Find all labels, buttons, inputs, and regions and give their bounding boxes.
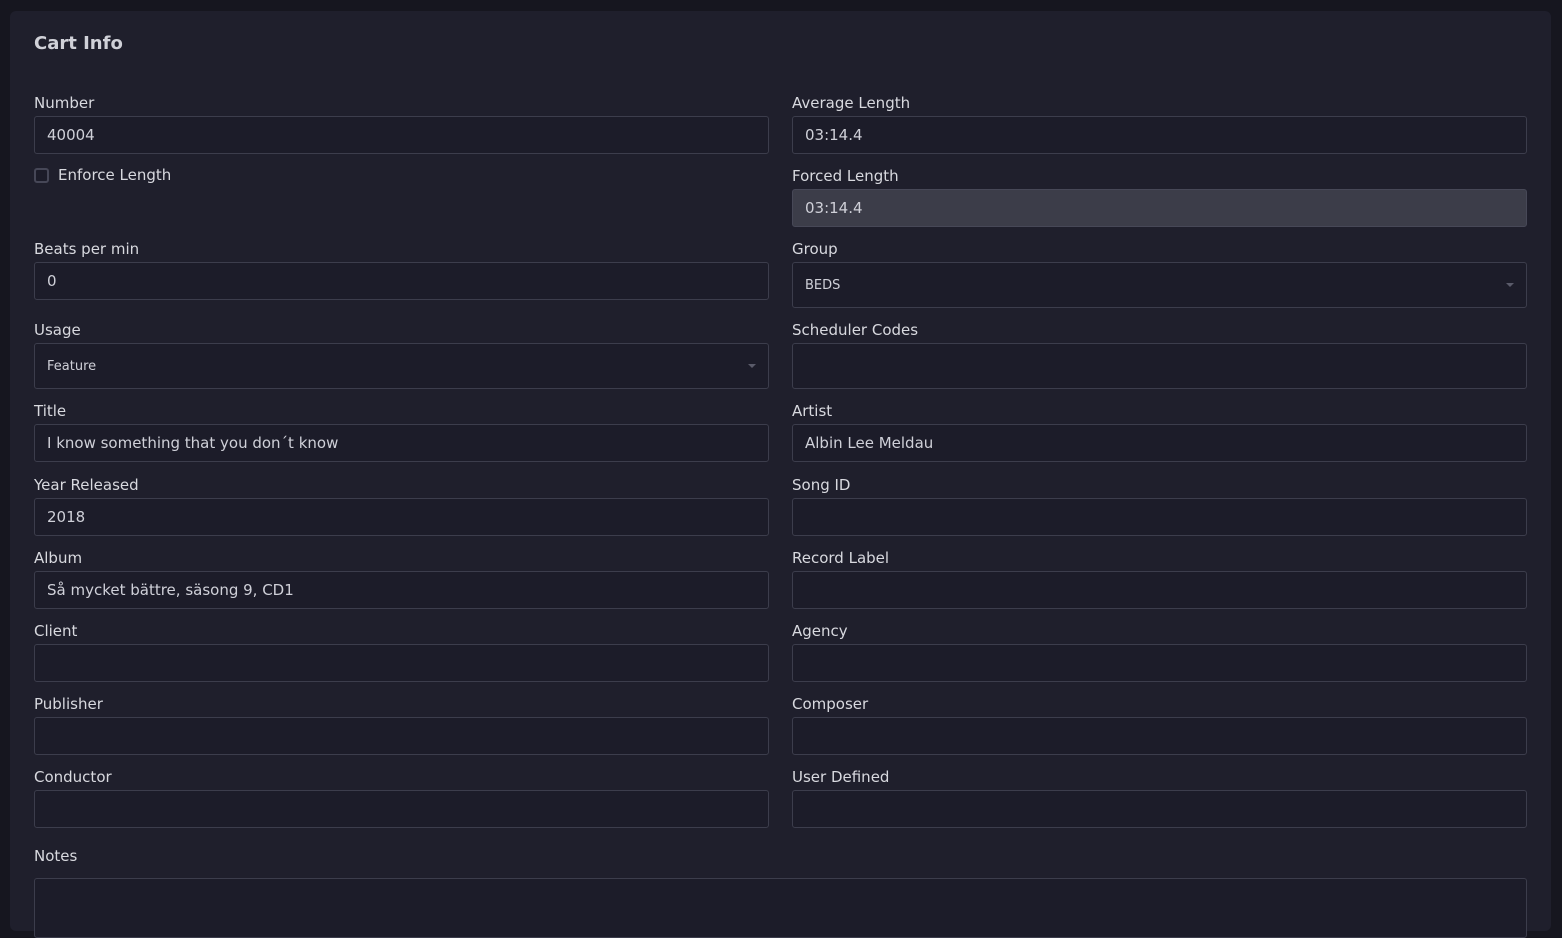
album-label: Album xyxy=(34,549,83,567)
album-input[interactable]: Så mycket bättre, säsong 9, CD1 xyxy=(34,571,769,609)
user-defined-input[interactable] xyxy=(792,790,1527,828)
composer-label: Composer xyxy=(792,695,869,713)
year-released-input[interactable]: 2018 xyxy=(34,498,769,536)
song-id-input[interactable] xyxy=(792,498,1527,536)
song-id-label: Song ID xyxy=(792,476,851,494)
usage-select[interactable]: Feature xyxy=(34,343,769,389)
bpm-input[interactable]: 0 xyxy=(34,262,769,300)
publisher-input[interactable] xyxy=(34,717,769,755)
notes-label: Notes xyxy=(34,847,78,865)
forced-length-label: Forced Length xyxy=(792,167,899,185)
artist-label: Artist xyxy=(792,402,833,420)
title-input[interactable]: I know something that you don´t know xyxy=(34,424,769,462)
number-input[interactable]: 40004 xyxy=(34,116,769,154)
card-title: Cart Info xyxy=(34,33,123,54)
record-label-input[interactable] xyxy=(792,571,1527,609)
conductor-input[interactable] xyxy=(34,790,769,828)
conductor-label: Conductor xyxy=(34,768,112,786)
scheduler-codes-input[interactable] xyxy=(792,343,1527,389)
artist-input[interactable]: Albin Lee Meldau xyxy=(792,424,1527,462)
chevron-down-icon xyxy=(1506,283,1514,287)
bpm-label: Beats per min xyxy=(34,240,140,258)
publisher-label: Publisher xyxy=(34,695,103,713)
agency-label: Agency xyxy=(792,622,848,640)
notes-textarea[interactable] xyxy=(34,878,1527,938)
group-label: Group xyxy=(792,240,838,258)
group-select-value: BEDS xyxy=(805,277,841,293)
usage-select-value: Feature xyxy=(47,358,97,374)
average-length-input[interactable]: 03:14.4 xyxy=(792,116,1527,154)
client-input[interactable] xyxy=(34,644,769,682)
forced-length-input: 03:14.4 xyxy=(792,189,1527,227)
record-label-label: Record Label xyxy=(792,549,890,567)
average-length-label: Average Length xyxy=(792,94,911,112)
year-released-label: Year Released xyxy=(34,476,139,494)
enforce-length-checkbox[interactable] xyxy=(34,167,49,183)
cart-info-card: Cart Info Number 40004 Average Length 03… xyxy=(10,11,1551,938)
usage-label: Usage xyxy=(34,321,81,339)
group-select[interactable]: BEDS xyxy=(792,262,1527,308)
agency-input[interactable] xyxy=(792,644,1527,682)
title-label: Title xyxy=(34,402,67,420)
composer-input[interactable] xyxy=(792,717,1527,755)
chevron-down-icon xyxy=(748,364,756,368)
scheduler-codes-label: Scheduler Codes xyxy=(792,321,919,339)
enforce-length-checkbox-row[interactable]: Enforce Length xyxy=(34,166,171,184)
enforce-length-label[interactable]: Enforce Length xyxy=(58,166,171,184)
number-label: Number xyxy=(34,94,95,112)
client-label: Client xyxy=(34,622,78,640)
user-defined-label: User Defined xyxy=(792,768,890,786)
